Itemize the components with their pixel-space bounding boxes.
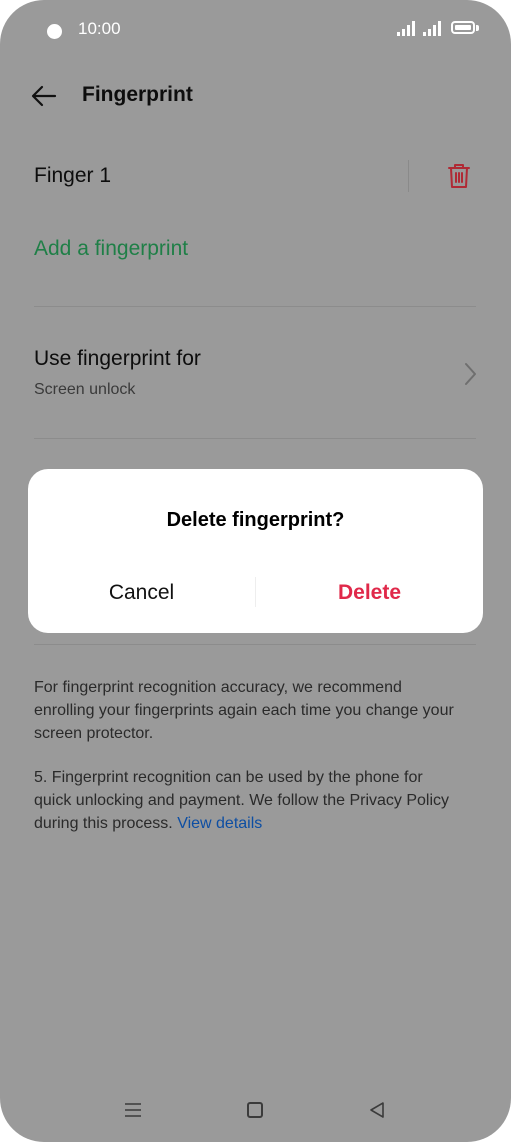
use-fingerprint-for-title[interactable]: Use fingerprint for: [34, 347, 201, 371]
trash-icon[interactable]: [446, 162, 472, 190]
delete-button[interactable]: Delete: [256, 573, 483, 613]
add-fingerprint-link[interactable]: Add a fingerprint: [34, 237, 188, 261]
cancel-button[interactable]: Cancel: [28, 573, 255, 613]
row-divider: [408, 160, 409, 192]
fingerprint-name: Finger 1: [34, 164, 112, 187]
dialog-title: Delete fingerprint?: [166, 509, 345, 531]
navigation-bar: [0, 1095, 511, 1125]
phone-screen: 10:00 Fingerprint Finger 1 Add a fingerp: [0, 0, 511, 1142]
divider: [34, 306, 476, 307]
battery-icon: [451, 21, 475, 34]
fingerprint-row[interactable]: Finger 1: [34, 160, 482, 196]
divider: [34, 438, 476, 439]
menu-icon[interactable]: [124, 1102, 142, 1118]
view-details-link[interactable]: View details: [177, 815, 262, 832]
camera-cutout: [47, 24, 62, 39]
recommendation-note: For fingerprint recognition accuracy, we…: [34, 679, 454, 742]
status-time: 10:00: [78, 19, 121, 38]
use-fingerprint-for-subtitle: Screen unlock: [34, 381, 136, 398]
divider: [34, 644, 476, 645]
page-title: Fingerprint: [82, 83, 193, 106]
status-bar: 10:00: [0, 0, 511, 60]
back-arrow-icon[interactable]: [30, 82, 58, 110]
delete-fingerprint-dialog: Delete fingerprint? Cancel Delete: [28, 469, 483, 633]
chevron-right-icon[interactable]: [462, 361, 478, 387]
home-icon[interactable]: [247, 1102, 263, 1118]
privacy-note: 5. Fingerprint recognition can be used b…: [34, 766, 464, 835]
signal-2-icon: [423, 21, 441, 36]
back-triangle-icon[interactable]: [368, 1101, 386, 1119]
signal-1-icon: [397, 21, 415, 36]
battery-tip: [476, 25, 479, 31]
